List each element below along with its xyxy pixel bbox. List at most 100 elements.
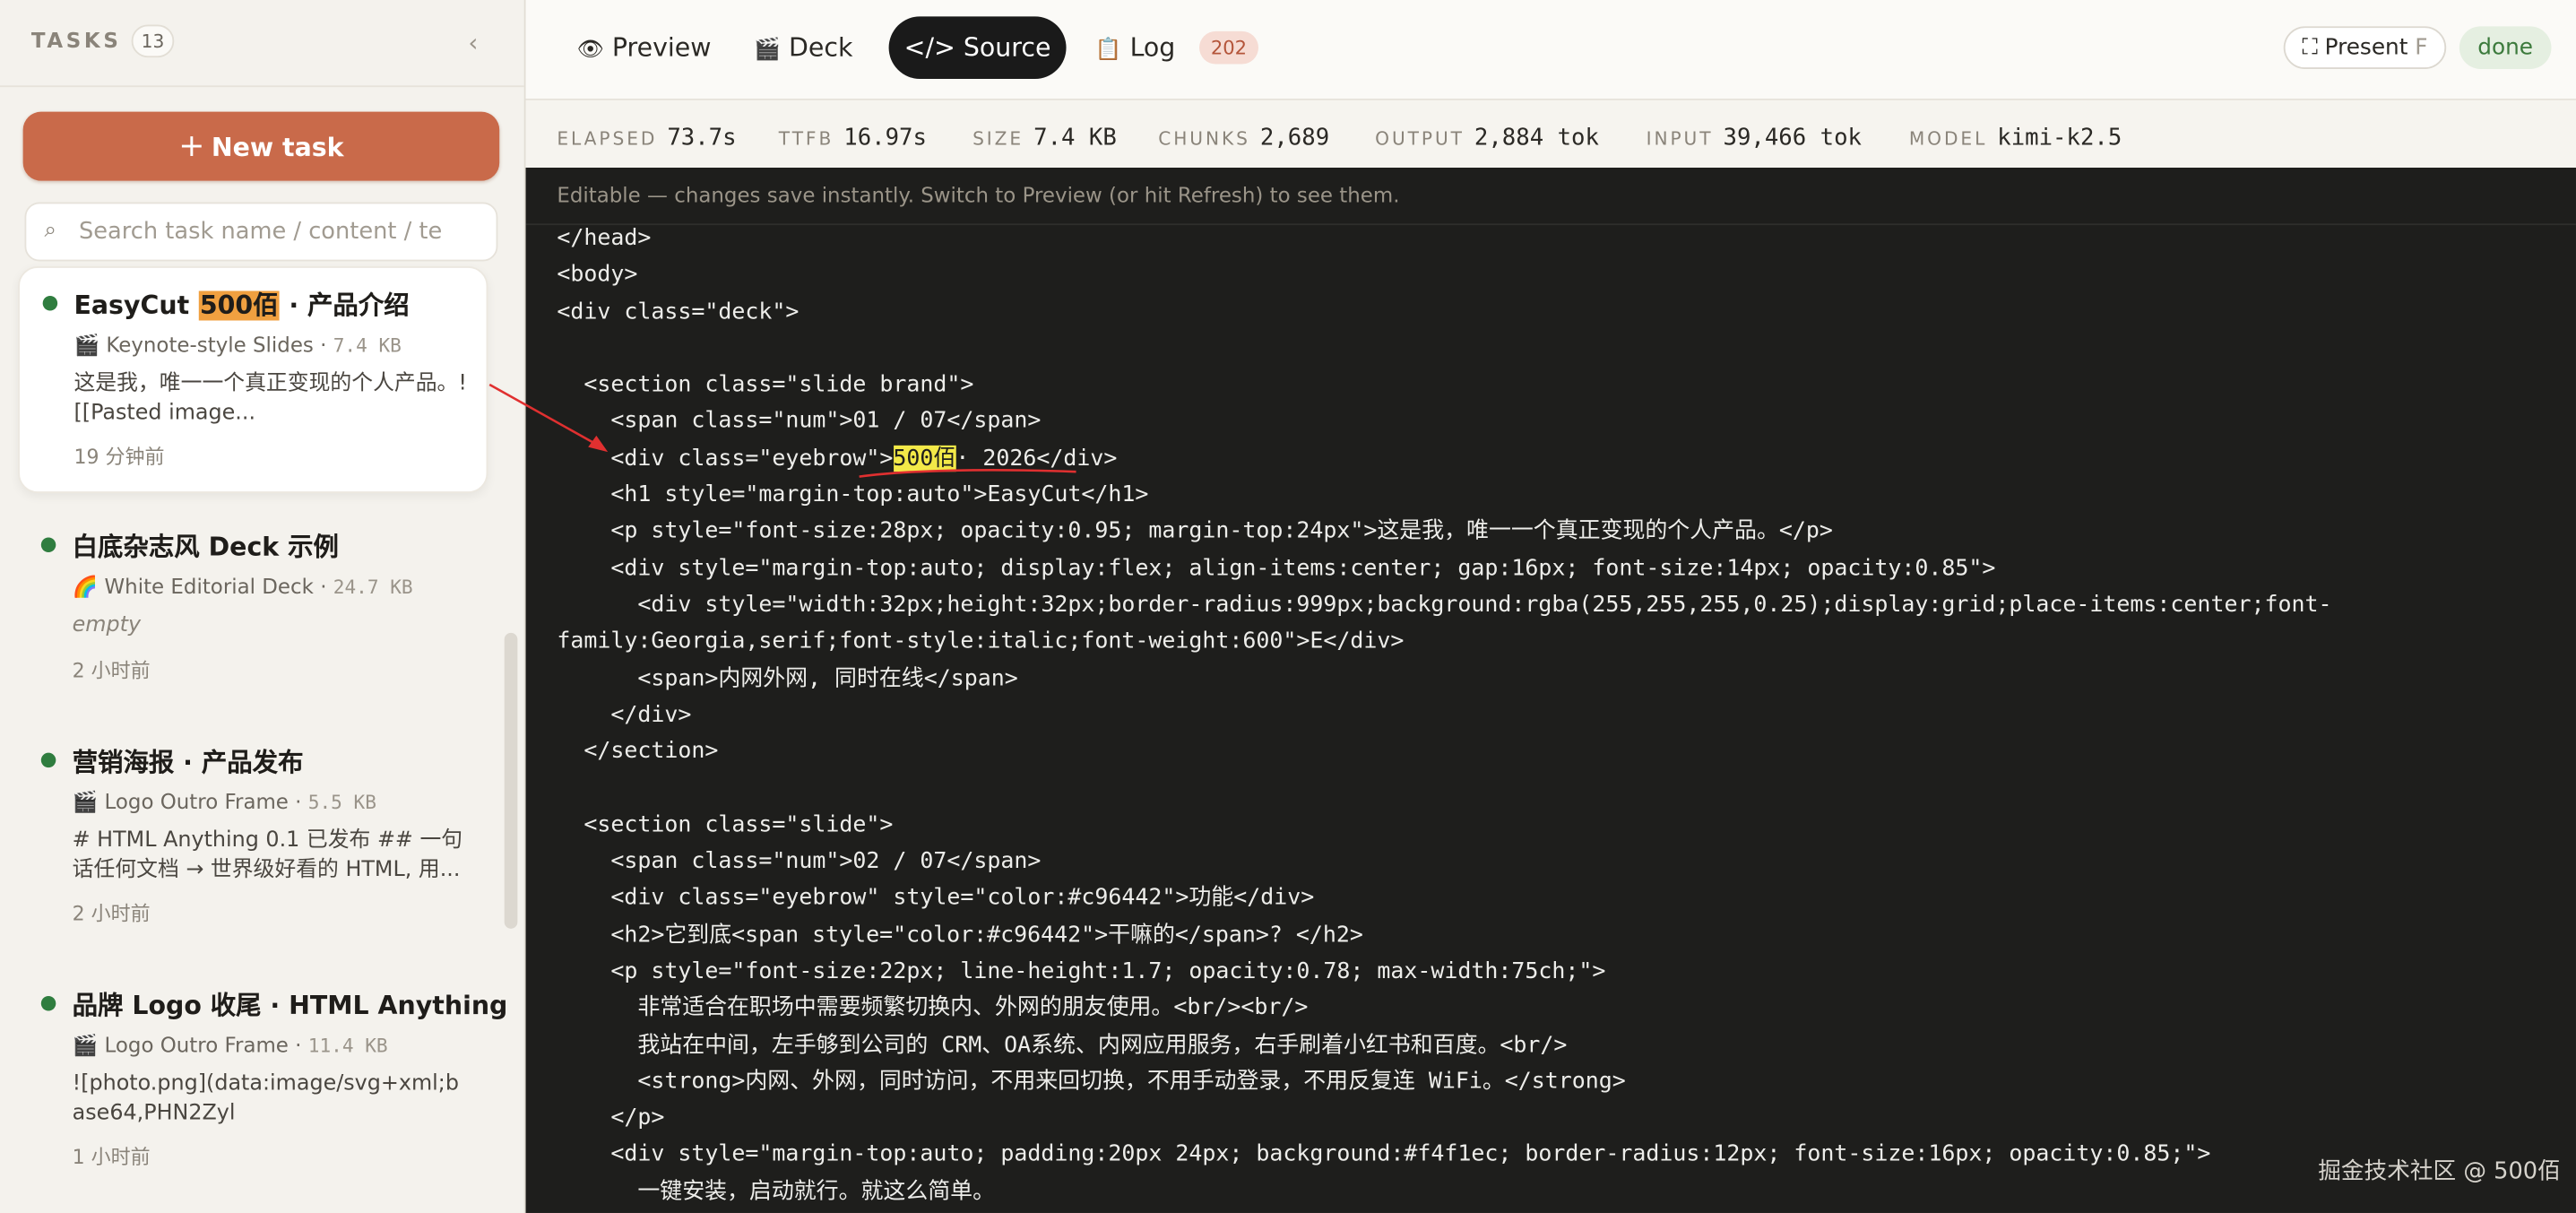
stat-ttfb: TTFB 16.97s [778, 125, 927, 152]
code-line[interactable]: <div class="eyebrow" style="color:#c9644… [557, 879, 2545, 916]
code-line[interactable]: <div style="width:32px;height:32px;borde… [557, 586, 2545, 623]
status-dot [40, 995, 56, 1011]
code-line[interactable]: </p> [557, 1100, 2545, 1137]
task-type: Keynote-style Slides [106, 332, 314, 357]
code-line[interactable]: <section class="slide brand"> [557, 367, 2545, 403]
code-line[interactable] [557, 330, 2545, 367]
tab-preview[interactable]: 👁 Preview [566, 16, 723, 79]
sidebar-scrollbar[interactable] [504, 632, 518, 929]
code-line[interactable]: </div> [557, 697, 2545, 733]
code-line[interactable]: <h1 style="margin-top:auto">EasyCut</h1> [557, 477, 2545, 514]
collapse-sidebar-icon[interactable]: ‹ [468, 28, 478, 57]
code-line[interactable]: <p style="font-size:28px; opacity:0.95; … [557, 514, 2545, 550]
task-time: 2 小时前 [72, 659, 151, 682]
task-meta: 🎬 Logo Outro Frame · 11.4 KB [72, 1032, 388, 1057]
code-line[interactable]: <span class="num">01 / 07</span> [557, 403, 2545, 440]
task-size: 11.4 KB [307, 1034, 388, 1057]
code-line[interactable]: </head> [557, 221, 2545, 257]
code-line[interactable]: <h2>它到底<span style="color:#c96442">干嘛的</… [557, 916, 2545, 953]
editor-hint: Editable — changes save instantly. Switc… [557, 182, 1400, 207]
status-dot [42, 295, 58, 311]
tab-deck[interactable]: 🎬 Deck [746, 16, 860, 79]
task-type: Logo Outro Frame [104, 1032, 289, 1057]
status-badge: done [2459, 26, 2552, 69]
task-sidebar: TASKS 13 ‹ +New task ⌕ EasyCut 500佰 · 产品… [0, 0, 526, 1213]
task-name: 白底杂志风 Deck 示例 [72, 532, 339, 562]
code-line[interactable]: family:Georgia,serif;font-style:italic;f… [557, 623, 2545, 660]
task-count-badge: 13 [131, 24, 175, 58]
code-line[interactable]: <span class="num">02 / 07</span> [557, 844, 2545, 880]
rainbow-icon: 🌈 [72, 573, 99, 599]
plus-icon: + [178, 127, 205, 165]
task-name: 营销海报 · 产品发布 [72, 748, 304, 778]
task-desc: # HTML Anything 0.1 已发布 ## 一句话任何文档 → 世界级… [72, 827, 463, 883]
view-toolbar: 👁 Preview 🎬 Deck </> Source 📋 Log 202 ⛶ Pre… [525, 0, 2576, 100]
clapperboard-icon: 🎬 [72, 788, 99, 814]
eye-icon: 👁 [576, 38, 604, 63]
code-line[interactable]: <strong>内网、外网，同时访问，不用来回切换，不用手动登录，不用反复连 W… [557, 1063, 2545, 1100]
task-type: White Editorial Deck [104, 573, 314, 599]
clapperboard-icon: 🎬 [73, 332, 100, 357]
shortcut-key: F [2415, 34, 2428, 61]
task-item[interactable]: EasyCut 500佰 · 产品介绍 🎬 Keynote-style Slide… [18, 265, 488, 493]
task-item[interactable]: 营销海报 · 产品发布 🎬 Logo Outro Frame · 5.5 KB #… [18, 724, 488, 951]
tab-source[interactable]: </> Source [888, 16, 1067, 79]
task-desc: ![photo.png](data:image/svg+xml;base64,P… [72, 1071, 459, 1126]
code-line[interactable]: <div style="margin-top:auto; padding:20p… [557, 1137, 2545, 1174]
code-line[interactable]: <p style="font-size:22px; line-height:1.… [557, 953, 2545, 990]
sidebar-title: TASKS [30, 28, 122, 53]
task-desc: 这是我，唯一一个真正变现的个人产品。![[Pasted image... [73, 371, 467, 426]
code-line[interactable]: <body> [557, 257, 2545, 294]
sidebar-header: TASKS 13 ‹ [0, 0, 524, 88]
stat-model: MODEL kimi-k2.5 [1908, 125, 2122, 152]
app-window: TASKS 13 ‹ +New task ⌕ EasyCut 500佰 · 产品… [0, 0, 2576, 1213]
code-line[interactable]: <div class="deck"> [557, 293, 2545, 330]
code-line[interactable]: 一键安装，启动就行。就这么简单。 [557, 1173, 2545, 1209]
code-line[interactable]: <section class="slide"> [557, 807, 2545, 844]
present-button[interactable]: ⛶ Present F [2283, 26, 2447, 69]
generation-stats: ELAPSED 73.7s TTFB 16.97s SIZE 7.4 KB CHUNK… [525, 100, 2576, 169]
code-line[interactable]: 非常适合在职场中需要频繁切换内、外网的朋友使用。<br/><br/> [557, 990, 2545, 1027]
status-dot [40, 537, 56, 552]
clapperboard-icon: 🎬 [754, 38, 781, 63]
stat-elapsed: ELAPSED 73.7s [557, 125, 737, 152]
stat-chunks: CHUNKS 2,689 [1158, 125, 1330, 152]
stat-output: OUTPUT 2,884 tok [1375, 125, 1599, 152]
code-line[interactable]: 我站在中间，左手够到公司的 CRM、OA系统、内网应用服务，右手刷着小红书和百度… [557, 1027, 2545, 1063]
code-line[interactable]: <span>内网外网, 同时在线</span> [557, 660, 2545, 697]
task-meta: 🎬 Logo Outro Frame · 5.5 KB [72, 788, 376, 814]
search-match-highlight: 500佰 [198, 290, 281, 321]
task-desc: empty [72, 612, 142, 638]
search-icon: ⌕ [44, 218, 56, 244]
task-time: 19 分钟前 [73, 445, 165, 469]
task-size: 7.4 KB [333, 334, 402, 357]
source-editor[interactable]: Editable — changes save instantly. Switc… [525, 167, 2576, 1213]
search-input[interactable] [78, 204, 451, 260]
code-line[interactable] [557, 770, 2545, 807]
code-line[interactable]: <div style="margin-top:auto; display:fle… [557, 550, 2545, 587]
fullscreen-icon: ⛶ [2302, 34, 2325, 61]
stat-size: SIZE 7.4 KB [972, 125, 1117, 152]
status-dot [40, 752, 56, 768]
code-area[interactable]: </head> <body> <div class="deck"> <section… [557, 221, 2545, 1210]
annotation-arrow [488, 383, 609, 453]
task-type: Logo Outro Frame [104, 788, 289, 814]
new-task-button[interactable]: + New task [22, 111, 500, 181]
task-meta: 🎬 Keynote-style Slides · 7.4 KB [73, 332, 402, 357]
task-name: 品牌 Logo 收尾 · HTML Anything [72, 991, 508, 1021]
task-item[interactable]: 品牌 Logo 收尾 · HTML Anything 🎬 Logo Outro F… [18, 968, 507, 1195]
task-size: 5.5 KB [307, 790, 376, 814]
annotation-underline [859, 469, 1076, 478]
code-line[interactable]: <div class="eyebrow">500佰· 2026</div> [557, 440, 2545, 477]
stat-input: INPUT 39,466 tok [1646, 125, 1863, 152]
task-time: 1 小时前 [72, 1145, 151, 1169]
code-line[interactable]: </section> [557, 733, 2545, 770]
task-item[interactable]: 白底杂志风 Deck 示例 🌈 White Editorial Deck · 24… [18, 509, 488, 736]
tab-log[interactable]: 📋 Log [1089, 16, 1181, 79]
task-time: 2 小时前 [72, 902, 151, 926]
clapperboard-icon: 🎬 [72, 1032, 99, 1057]
task-meta: 🌈 White Editorial Deck · 24.7 KB [72, 573, 413, 599]
task-name: EasyCut 500佰 · 产品介绍 [73, 290, 410, 321]
task-search: ⌕ [24, 202, 498, 262]
watermark: 掘金技术社区 @ 500佰 [2318, 1158, 2561, 1185]
